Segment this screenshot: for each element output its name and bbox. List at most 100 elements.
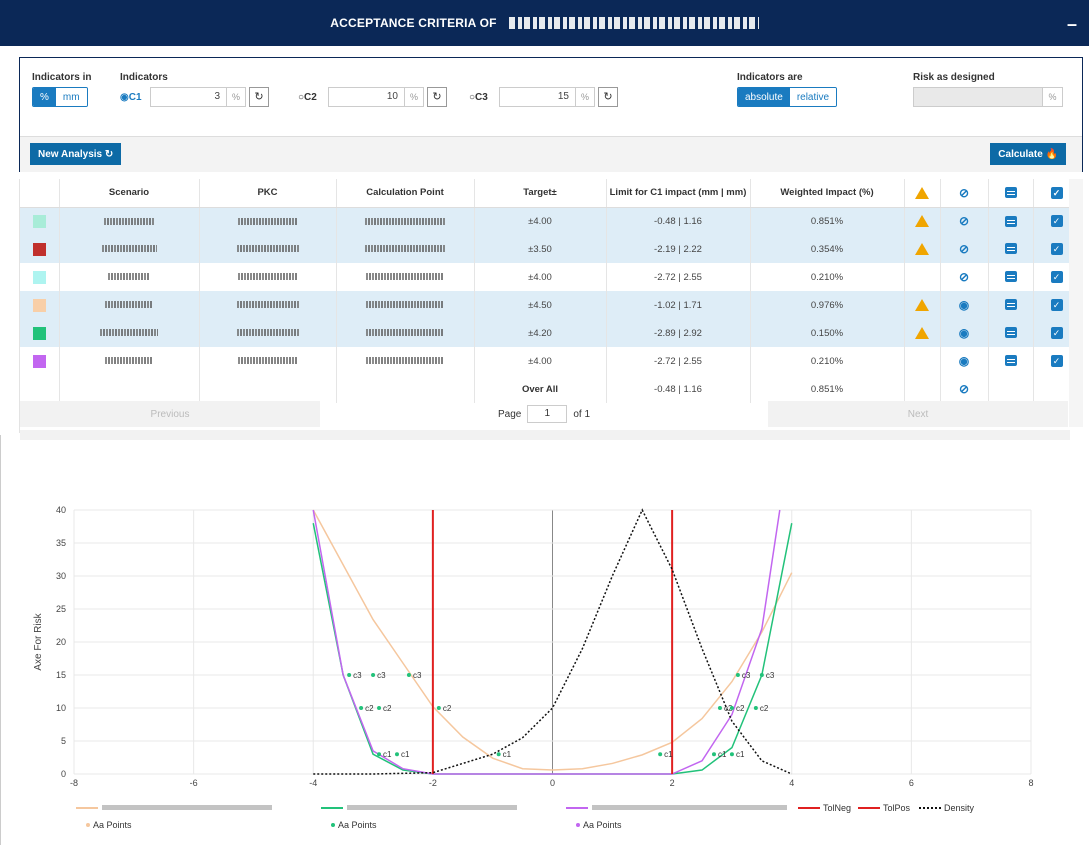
color-swatch-cell bbox=[20, 263, 60, 291]
x-tick-label: -4 bbox=[309, 778, 317, 788]
page-input[interactable]: 1 bbox=[527, 405, 568, 423]
eye-off-icon[interactable]: ⊘ bbox=[959, 242, 969, 256]
target-cell: ±3.50 bbox=[474, 235, 607, 263]
risk-label: Risk as designed bbox=[913, 72, 995, 83]
checkbox-icon[interactable]: ✓ bbox=[1050, 327, 1063, 339]
redacted-calculation-point bbox=[366, 273, 444, 281]
x-tick-label: -6 bbox=[190, 778, 198, 788]
eye-icon[interactable]: ◉ bbox=[959, 298, 969, 312]
target-cell: ±4.00 bbox=[474, 347, 607, 375]
column-header[interactable]: PKC bbox=[199, 179, 337, 208]
table-row[interactable]: ±3.50 -2.19 | 2.22 0.354% ⊘ ✓ bbox=[20, 235, 1081, 263]
eye-off-icon[interactable]: ⊘ bbox=[959, 214, 969, 228]
new-analysis-button[interactable]: New Analysis ↻ bbox=[30, 143, 122, 165]
checkbox-icon[interactable]: ✓ bbox=[1050, 243, 1063, 255]
checkbox-icon[interactable]: ✓ bbox=[1050, 215, 1063, 228]
minimize-icon[interactable]: – bbox=[1067, 14, 1077, 35]
point-label: c1 bbox=[383, 750, 392, 759]
column-header[interactable]: Weighted Impact (%) bbox=[750, 179, 905, 208]
data-point bbox=[371, 673, 376, 677]
eye-off-icon[interactable]: ⊘ bbox=[959, 382, 969, 396]
details-cell[interactable] bbox=[988, 263, 1034, 291]
indicator-c1-input[interactable]: 3 bbox=[150, 87, 226, 107]
details-cell[interactable] bbox=[988, 319, 1034, 347]
grid-column-header[interactable] bbox=[988, 179, 1034, 208]
column-header[interactable]: Calculation Point bbox=[336, 179, 475, 208]
indicator-c3-label: C3 bbox=[475, 91, 488, 103]
column-header[interactable]: Scenario bbox=[59, 179, 200, 208]
table-row[interactable]: ±4.50 -1.02 | 1.71 0.976% ◉ ✓ bbox=[20, 291, 1081, 319]
next-button[interactable]: Next bbox=[768, 401, 1068, 427]
mode-relative-button[interactable]: relative bbox=[789, 88, 837, 106]
vertical-scrollbar[interactable] bbox=[1069, 179, 1083, 427]
visibility-cell[interactable]: ⊘ bbox=[940, 235, 989, 263]
calculation-point-cell bbox=[336, 319, 475, 347]
table-icon[interactable] bbox=[1004, 243, 1017, 255]
indicator-c3-input[interactable]: 15 bbox=[499, 87, 575, 107]
refresh-icon[interactable]: ↻ bbox=[427, 87, 447, 107]
eye-icon[interactable]: ◉ bbox=[959, 354, 969, 368]
eye-icon[interactable]: ◉ bbox=[959, 326, 969, 340]
unit-percent-button[interactable]: % bbox=[33, 88, 56, 106]
visibility-cell[interactable]: ◉ bbox=[940, 291, 989, 319]
point-label: c3 bbox=[766, 671, 775, 680]
data-point bbox=[735, 673, 740, 677]
legend-points-label: Aa Points bbox=[583, 820, 622, 830]
table-row[interactable]: ±4.00 -2.72 | 2.55 0.210% ⊘ ✓ bbox=[20, 263, 1081, 291]
calculate-button[interactable]: Calculate 🔥 bbox=[990, 143, 1066, 165]
mode-absolute-button[interactable]: absolute bbox=[738, 88, 790, 106]
checkbox-icon[interactable]: ✓ bbox=[1050, 271, 1063, 283]
previous-button[interactable]: Previous bbox=[20, 401, 320, 427]
table-icon[interactable] bbox=[1004, 355, 1017, 367]
eye-off-icon: ⊘ bbox=[958, 185, 970, 200]
details-cell[interactable] bbox=[988, 207, 1034, 235]
warning-icon bbox=[915, 243, 929, 255]
visibility-column-header[interactable]: ⊘ bbox=[940, 179, 989, 208]
visibility-cell[interactable]: ⊘ bbox=[940, 263, 989, 291]
pkc-cell bbox=[199, 319, 337, 347]
calculate-label: Calculate bbox=[998, 148, 1043, 160]
overall-impact: 0.851% bbox=[750, 375, 905, 403]
table-icon[interactable] bbox=[1004, 327, 1017, 339]
checkbox-icon[interactable]: ✓ bbox=[1050, 355, 1063, 367]
data-point bbox=[717, 706, 722, 710]
target-cell: ±4.00 bbox=[474, 207, 607, 235]
radio-c2[interactable]: ○ C2 bbox=[298, 92, 328, 103]
limit-cell: -2.89 | 2.92 bbox=[606, 319, 751, 347]
scenario-cell bbox=[59, 263, 200, 291]
table-row[interactable]: ±4.20 -2.89 | 2.92 0.150% ◉ ✓ bbox=[20, 319, 1081, 347]
calculation-point-cell bbox=[336, 291, 475, 319]
scenarios-table: Scenario PKC Calculation Point Target± L… bbox=[20, 179, 1081, 403]
overall-visibility-cell[interactable]: ⊘ bbox=[940, 375, 989, 403]
column-header[interactable]: Target± bbox=[474, 179, 607, 208]
visibility-cell[interactable]: ◉ bbox=[940, 347, 989, 375]
table-icon[interactable] bbox=[1004, 299, 1017, 311]
weighted-impact-cell: 0.150% bbox=[750, 319, 905, 347]
data-point bbox=[347, 673, 352, 677]
eye-off-icon[interactable]: ⊘ bbox=[959, 270, 969, 284]
visibility-cell[interactable]: ⊘ bbox=[940, 207, 989, 235]
details-cell[interactable] bbox=[988, 235, 1034, 263]
calculation-point-cell bbox=[336, 347, 475, 375]
redacted-scenario bbox=[108, 273, 150, 281]
checkbox-icon[interactable]: ✓ bbox=[1050, 299, 1063, 311]
radio-c3[interactable]: ○ C3 bbox=[469, 92, 499, 103]
unit-mm-button[interactable]: mm bbox=[55, 88, 87, 106]
radio-c1[interactable]: ◉ C1 bbox=[120, 92, 150, 103]
redacted-calculation-point bbox=[366, 357, 444, 365]
empty-cell bbox=[904, 375, 941, 403]
color-swatch-cell bbox=[20, 291, 60, 319]
details-cell[interactable] bbox=[988, 291, 1034, 319]
refresh-icon[interactable]: ↻ bbox=[249, 87, 269, 107]
table-row[interactable]: ±4.00 -0.48 | 1.16 0.851% ⊘ ✓ bbox=[20, 207, 1081, 235]
redacted-pkc bbox=[236, 245, 299, 253]
table-row[interactable]: ±4.00 -2.72 | 2.55 0.210% ◉ ✓ bbox=[20, 347, 1081, 375]
visibility-cell[interactable]: ◉ bbox=[940, 319, 989, 347]
redacted-pkc bbox=[237, 273, 298, 281]
indicator-c2-input[interactable]: 10 bbox=[328, 87, 404, 107]
details-cell[interactable] bbox=[988, 347, 1034, 375]
table-icon[interactable] bbox=[1004, 215, 1017, 227]
refresh-icon[interactable]: ↻ bbox=[598, 87, 618, 107]
table-icon[interactable] bbox=[1004, 271, 1017, 283]
column-header[interactable]: Limit for C1 impact (mm | mm) bbox=[606, 179, 751, 208]
